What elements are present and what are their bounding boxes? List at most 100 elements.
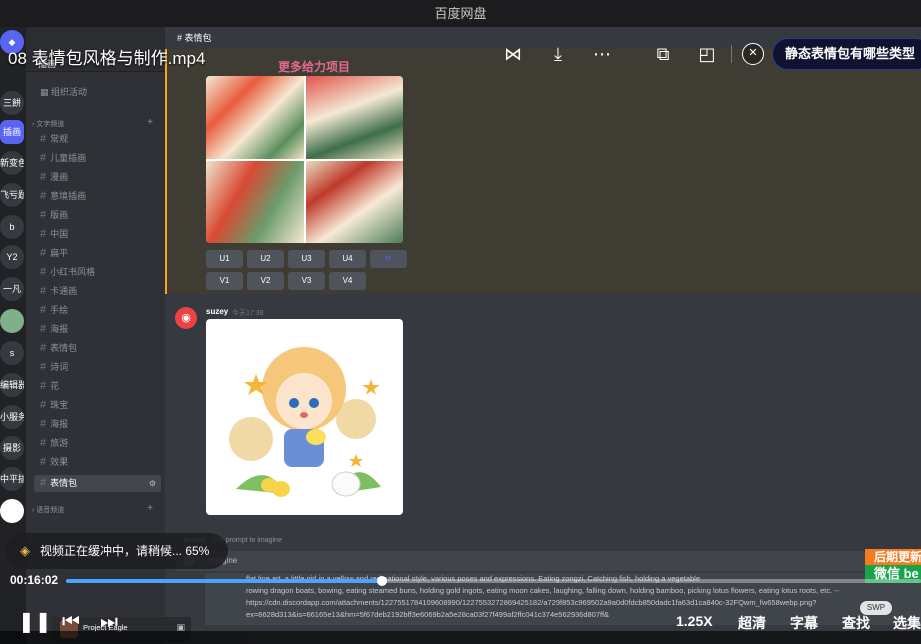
hash-icon: # <box>40 209 47 221</box>
server-icon[interactable]: b <box>0 215 24 239</box>
hash-icon: # <box>40 323 47 335</box>
channel-label: 表情包 <box>50 478 78 488</box>
channel-label: 扁平 <box>50 248 69 258</box>
next-icon[interactable]: ⏭ <box>100 611 118 633</box>
progress-fill <box>66 579 383 583</box>
v1-button[interactable]: V1 <box>206 272 243 290</box>
grid-image[interactable] <box>305 76 403 159</box>
server-icon[interactable]: 新变色 <box>0 151 24 175</box>
channel-item[interactable]: # 海报 <box>34 416 161 433</box>
message-timestamp: 今天17:38 <box>232 310 264 317</box>
hash-icon: # <box>40 285 47 297</box>
channel-item[interactable]: # 诗词 <box>34 359 161 376</box>
u1-button[interactable]: U1 <box>206 250 243 268</box>
generated-image-grid[interactable] <box>206 76 403 243</box>
picture-in-picture-icon[interactable]: ⧉ <box>651 42 675 66</box>
server-icon[interactable]: 飞亏题 <box>0 183 24 207</box>
u3-button[interactable]: U3 <box>288 250 325 268</box>
server-icon[interactable] <box>0 309 24 333</box>
channel-label: 儿童插画 <box>50 153 87 163</box>
generated-image[interactable] <box>206 319 403 515</box>
prompt-line: rowing dragon boats, bowing, eating stea… <box>246 586 840 595</box>
share-icon[interactable]: ⋈ <box>501 42 525 66</box>
channel-item[interactable]: # 效果 <box>34 454 161 471</box>
server-icon[interactable]: 编辑器 <box>0 373 24 397</box>
channel-item[interactable]: # 珠宝 <box>34 397 161 414</box>
add-voice-channel-icon[interactable]: + <box>147 503 153 514</box>
hash-icon: # <box>40 190 47 202</box>
channel-item[interactable]: # 扁平 <box>34 245 161 262</box>
server-icon[interactable]: 中平插画 <box>0 467 24 491</box>
previous-icon[interactable]: ⏮ <box>62 611 80 633</box>
grid-image[interactable] <box>305 160 403 243</box>
server-icon[interactable]: Y2 <box>0 245 24 269</box>
channel-item[interactable]: # 花 <box>34 378 161 395</box>
download-icon[interactable]: ⤓ <box>546 42 570 66</box>
voice-category-header[interactable]: › 语音频道 + <box>32 503 157 515</box>
ai-question-pill[interactable]: 静态表情包有哪些类型 <box>772 38 921 70</box>
server-icon[interactable]: 小服务器 <box>0 405 24 429</box>
server-icon[interactable]: 三餅 <box>0 91 24 115</box>
server-icon[interactable]: s <box>0 341 24 365</box>
channel-item[interactable]: # 版画 <box>34 207 161 224</box>
hash-icon: # <box>40 247 47 259</box>
refresh-icon[interactable]: ⟳ <box>370 250 407 268</box>
side-ad[interactable]: 后期更新 微信 be <box>865 549 921 583</box>
search-button[interactable]: 查找 <box>842 613 870 633</box>
v4-button[interactable]: V4 <box>329 272 366 290</box>
channel-item[interactable]: # 漫画 <box>34 169 161 186</box>
server-icon-active[interactable]: 插画 <box>0 120 24 144</box>
channel-label: 海报 <box>50 419 69 429</box>
diamond-icon: ◈ <box>20 543 30 558</box>
message-input[interactable]: /imagine <box>175 551 921 571</box>
fullscreen-icon[interactable]: ◰ <box>695 42 719 66</box>
add-channel-icon[interactable]: + <box>147 117 153 128</box>
server-icon[interactable]: 摄影 <box>0 436 24 460</box>
more-icon[interactable]: ⋯ <box>590 42 614 66</box>
grid-image[interactable] <box>206 76 304 159</box>
app-window: 百度网盘 ◆ 三餅 插画 新变色 飞亏题 b Y2 一凡 s 编辑器 小服务器 … <box>0 0 921 644</box>
channel-item[interactable]: # 小红书风格 <box>34 264 161 281</box>
chibi-illustration <box>229 347 381 497</box>
voice-category-label: 语音频道 <box>36 507 65 514</box>
channel-item[interactable]: # 手绘 <box>34 302 161 319</box>
hash-icon: # <box>40 152 47 164</box>
prompt-line: https://cdn.discordapp.com/attachments/1… <box>246 598 817 607</box>
channel-settings-icon[interactable]: ⚙ <box>149 475 156 492</box>
u4-button[interactable]: U4 <box>329 250 366 268</box>
grid-image[interactable] <box>206 160 304 243</box>
event-link[interactable]: ▦ 组织活动 <box>40 85 87 98</box>
close-icon[interactable]: ✕ <box>742 43 764 65</box>
hash-icon: # <box>40 133 47 145</box>
channel-item[interactable]: # 旅游 <box>34 435 161 452</box>
channel-item[interactable]: # 儿童插画 <box>34 150 161 167</box>
v2-button[interactable]: V2 <box>247 272 284 290</box>
channel-item[interactable]: # 海报 <box>34 321 161 338</box>
channel-label: 花 <box>50 381 60 391</box>
channel-label: 手绘 <box>50 305 69 315</box>
v3-button[interactable]: V3 <box>288 272 325 290</box>
text-category-label: 文字频道 <box>36 121 65 128</box>
subtitle-button[interactable]: 字幕 <box>790 613 818 633</box>
message-username[interactable]: suzey <box>206 307 228 316</box>
channel-item[interactable]: # 中国 <box>34 226 161 243</box>
channel-item[interactable]: # 卡通画 <box>34 283 161 300</box>
quality-button[interactable]: 超清 <box>738 613 766 633</box>
channel-item-active[interactable]: # 表情包 ⚙ <box>34 475 161 492</box>
channel-item[interactable]: # 表情包 <box>34 340 161 357</box>
channel-item[interactable]: # 意境插画 <box>34 188 161 205</box>
u2-button[interactable]: U2 <box>247 250 284 268</box>
server-icon[interactable]: 一凡 <box>0 277 24 301</box>
hash-icon: # <box>40 171 47 183</box>
bot-avatar[interactable]: ◉ <box>175 307 197 329</box>
prompt-line: ex=6628d313&is=66165e13&hm=5f67deb2192bf… <box>246 610 610 619</box>
episodes-button[interactable]: 选集 <box>893 613 921 633</box>
channel-label: 版画 <box>50 210 69 220</box>
speed-button[interactable]: 1.25X <box>676 613 713 629</box>
channel-item[interactable]: # 常规 <box>34 131 161 148</box>
server-icon[interactable] <box>0 499 24 523</box>
text-category-header[interactable]: › 文字频道 + <box>32 117 157 129</box>
pause-icon[interactable]: ❚❚ <box>18 611 52 633</box>
progress-bar[interactable] <box>66 576 921 586</box>
hash-icon: # <box>40 418 47 430</box>
